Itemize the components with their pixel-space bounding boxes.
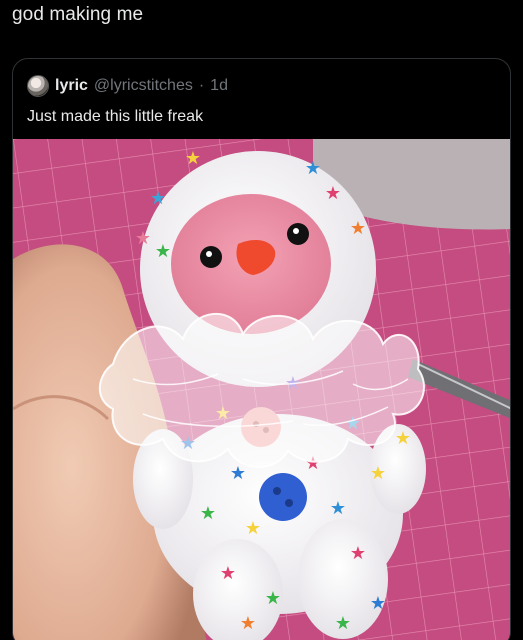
photo-plush-toy-icon: ★ ★ ★ ★ ★ ★ ★ ★ ★ ★ ★ ★ ★ ★ ★ ★ ★ ★ ★ ★ [13, 139, 510, 640]
quoted-post-card[interactable]: lyric @lyricstitches · 1d Just made this… [12, 58, 511, 640]
post-timestamp[interactable]: 1d [210, 77, 228, 95]
svg-text:★: ★ [265, 588, 281, 609]
svg-text:★: ★ [135, 228, 151, 249]
svg-text:★: ★ [370, 463, 386, 484]
post-text: god making me [12, 4, 144, 25]
svg-text:★: ★ [305, 158, 321, 179]
svg-text:★: ★ [370, 593, 386, 614]
user-handle[interactable]: @lyricstitches [94, 77, 193, 95]
svg-text:★: ★ [330, 498, 346, 519]
svg-text:★: ★ [395, 428, 411, 449]
svg-text:★: ★ [150, 188, 166, 209]
separator-dot: · [198, 77, 205, 94]
quoted-post-header: lyric @lyricstitches · 1d [27, 75, 228, 97]
svg-text:★: ★ [350, 218, 366, 239]
svg-text:★: ★ [245, 518, 261, 539]
svg-text:★: ★ [155, 241, 171, 262]
post-media-photo[interactable]: ★ ★ ★ ★ ★ ★ ★ ★ ★ ★ ★ ★ ★ ★ ★ ★ ★ ★ ★ ★ [13, 139, 510, 640]
svg-text:★: ★ [325, 183, 341, 204]
svg-text:★: ★ [220, 563, 236, 584]
svg-text:★: ★ [230, 463, 246, 484]
svg-text:★: ★ [240, 613, 256, 634]
user-avatar-icon[interactable] [27, 75, 49, 97]
svg-text:★: ★ [185, 148, 201, 169]
svg-text:★: ★ [350, 543, 366, 564]
svg-text:★: ★ [200, 503, 216, 524]
quoted-post-text: Just made this little freak [27, 108, 204, 125]
svg-text:★: ★ [335, 613, 351, 634]
display-name[interactable]: lyric [55, 77, 88, 95]
